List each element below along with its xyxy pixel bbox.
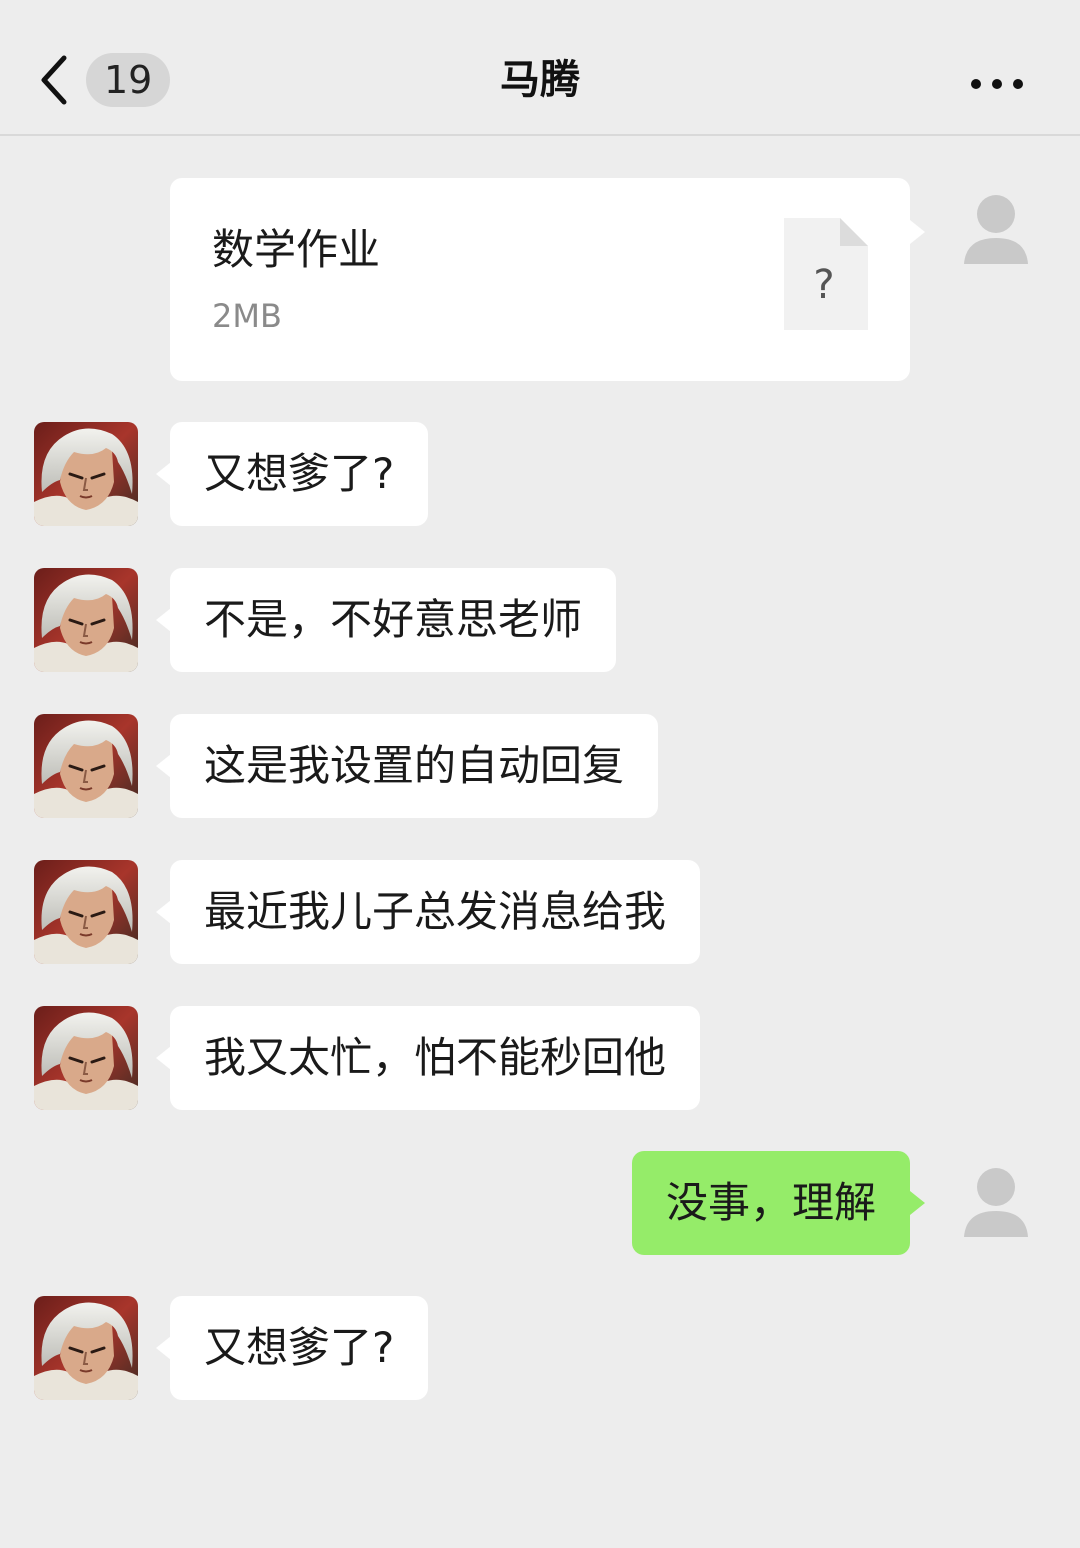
more-dots-icon xyxy=(971,79,1023,89)
contact-avatar[interactable] xyxy=(34,568,138,672)
message-bubble[interactable]: 最近我儿子总发消息给我 xyxy=(155,860,701,964)
chat-title: 马腾 xyxy=(500,57,580,103)
chat-header: 19 马腾 xyxy=(0,0,1080,136)
contact-avatar[interactable] xyxy=(34,1296,138,1400)
self-avatar[interactable] xyxy=(944,1151,1048,1255)
contact-avatar[interactable] xyxy=(34,1006,138,1110)
file-name: 数学作业 xyxy=(212,225,381,274)
message-bubble[interactable]: 这是我设置的自动回复 xyxy=(155,714,659,818)
svg-text:?: ? xyxy=(813,262,834,308)
default-user-icon xyxy=(944,1151,1048,1255)
message-bubble[interactable]: 我又太忙，怕不能秒回他 xyxy=(155,1006,701,1110)
outgoing-message-bubble[interactable]: 没事，理解 xyxy=(631,1151,926,1255)
contact-avatar[interactable] xyxy=(34,714,138,818)
chat-screen: 19 马腾 数学作业 2MB ? 又想爹了? 不是，不好意思老师 这是我设置的自… xyxy=(0,0,1080,1548)
message-bubble[interactable]: 又想爹了? xyxy=(155,422,429,526)
self-avatar[interactable] xyxy=(944,178,1048,282)
contact-avatar[interactable] xyxy=(34,860,138,964)
file-message[interactable]: 数学作业 2MB ? xyxy=(170,178,925,381)
more-button[interactable] xyxy=(962,64,1032,104)
message-bubble[interactable]: 又想爹了? xyxy=(155,1296,429,1400)
unknown-file-icon: ? xyxy=(784,218,868,330)
default-user-icon xyxy=(944,178,1048,282)
message-bubble[interactable]: 不是，不好意思老师 xyxy=(155,568,617,672)
contact-avatar[interactable] xyxy=(34,422,138,526)
file-size: 2MB xyxy=(212,297,282,335)
